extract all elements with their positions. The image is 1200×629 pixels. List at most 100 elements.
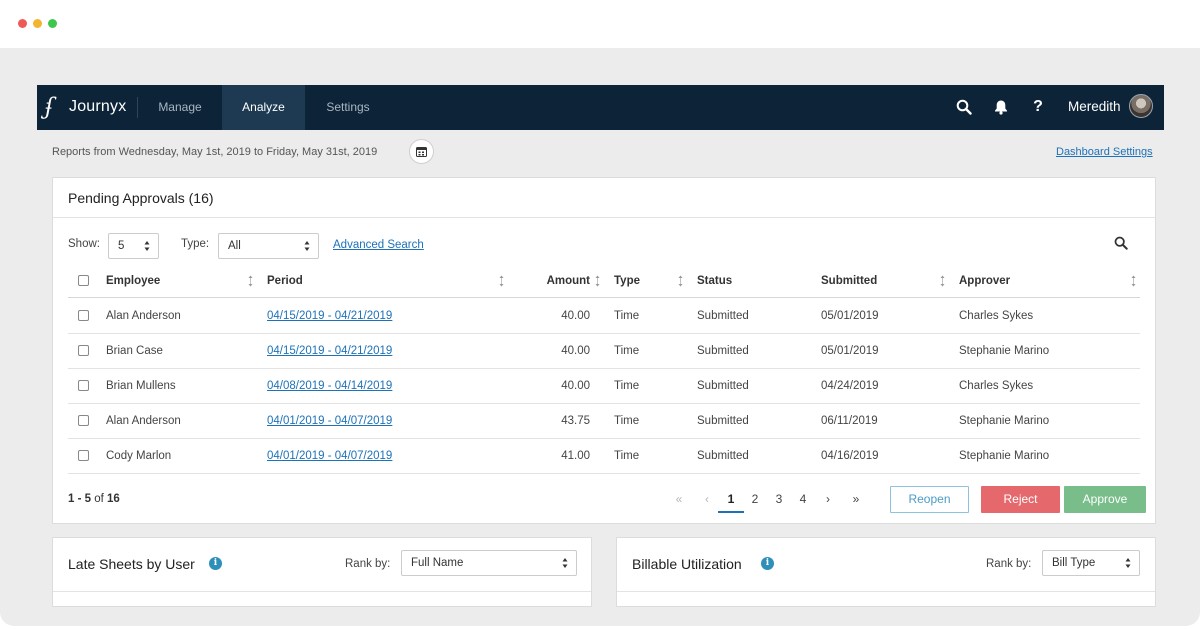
select-all-checkbox[interactable] bbox=[78, 275, 89, 286]
type-label: Type: bbox=[181, 238, 210, 250]
cell-employee: Cody Marlon bbox=[106, 450, 172, 462]
row-checkbox[interactable] bbox=[78, 450, 89, 461]
rank-by-select[interactable]: Bill Type bbox=[1042, 550, 1140, 576]
prev-page-button[interactable]: ‹ bbox=[697, 485, 717, 513]
show-count-select[interactable]: 5 bbox=[108, 233, 159, 259]
panel-title: Late Sheets by User bbox=[68, 556, 195, 572]
select-arrows-icon bbox=[562, 558, 568, 568]
cell-submitted: 04/24/2019 bbox=[821, 380, 879, 392]
table-row: Brian Case 04/15/2019 - 04/21/2019 40.00… bbox=[68, 334, 1140, 369]
first-page-button[interactable]: « bbox=[669, 485, 689, 513]
row-checkbox[interactable] bbox=[78, 345, 89, 356]
type-value: All bbox=[228, 240, 241, 252]
page-4-button[interactable]: 4 bbox=[793, 485, 813, 513]
row-checkbox[interactable] bbox=[78, 380, 89, 391]
row-checkbox[interactable] bbox=[78, 310, 89, 321]
cell-period-link[interactable]: 04/01/2019 - 04/07/2019 bbox=[267, 404, 392, 439]
tab-settings[interactable]: Settings bbox=[307, 85, 389, 130]
close-window-button[interactable] bbox=[18, 19, 27, 28]
result-range-total: 16 bbox=[107, 493, 120, 505]
cell-period-link[interactable]: 04/08/2019 - 04/14/2019 bbox=[267, 369, 392, 404]
rank-by-label: Rank by: bbox=[345, 558, 391, 570]
sort-icon[interactable] bbox=[1131, 275, 1136, 287]
column-header-period[interactable]: Period bbox=[267, 264, 303, 298]
cell-amount: 43.75 bbox=[561, 415, 590, 427]
approve-button[interactable]: Approve bbox=[1064, 486, 1146, 513]
window-titlebar bbox=[0, 0, 1200, 48]
cell-approver: Charles Sykes bbox=[959, 310, 1034, 322]
reopen-button[interactable]: Reopen bbox=[890, 486, 969, 513]
info-icon[interactable]: i bbox=[209, 557, 222, 570]
cell-period-link[interactable]: 04/15/2019 - 04/21/2019 bbox=[267, 334, 392, 369]
tab-analyze[interactable]: Analyze bbox=[222, 85, 305, 130]
page-3-button[interactable]: 3 bbox=[769, 485, 789, 513]
cell-submitted: 05/01/2019 bbox=[821, 310, 879, 322]
sort-icon[interactable] bbox=[595, 275, 600, 287]
panel-header: Billable Utilization i Rank by: Bill Typ… bbox=[617, 538, 1155, 592]
maximize-window-button[interactable] bbox=[48, 19, 57, 28]
column-header-amount[interactable]: Amount bbox=[528, 264, 590, 298]
type-select[interactable]: All bbox=[218, 233, 319, 259]
cell-period-link[interactable]: 04/01/2019 - 04/07/2019 bbox=[267, 439, 392, 474]
help-icon[interactable]: ? bbox=[1027, 96, 1049, 118]
column-header-type[interactable]: Type bbox=[614, 264, 640, 298]
last-page-button[interactable]: » bbox=[846, 485, 866, 513]
sort-icon[interactable] bbox=[499, 275, 504, 287]
cell-employee: Brian Mullens bbox=[106, 380, 176, 392]
bell-icon[interactable] bbox=[990, 96, 1012, 118]
select-arrows-icon bbox=[1125, 558, 1131, 568]
rank-by-value: Bill Type bbox=[1052, 557, 1096, 569]
cell-status: Submitted bbox=[697, 310, 749, 322]
table-header-row: Employee Period Amount Type Status Submi… bbox=[68, 264, 1140, 298]
result-range-of: of bbox=[94, 493, 104, 505]
cell-status: Submitted bbox=[697, 345, 749, 357]
page-1-button[interactable]: 1 bbox=[718, 485, 744, 513]
table-search-icon[interactable] bbox=[1114, 236, 1128, 255]
search-icon[interactable] bbox=[953, 96, 975, 118]
panel-header: Pending Approvals (16) bbox=[53, 178, 1155, 218]
column-header-employee[interactable]: Employee bbox=[106, 264, 160, 298]
sort-icon[interactable] bbox=[678, 275, 683, 287]
panel-header: Late Sheets by User i Rank by: Full Name bbox=[53, 538, 591, 592]
brand-name: Journyx bbox=[69, 98, 127, 115]
user-name[interactable]: Meredith bbox=[1068, 85, 1121, 130]
reject-button[interactable]: Reject bbox=[981, 486, 1060, 513]
cell-amount: 40.00 bbox=[561, 380, 590, 392]
table-row: Alan Anderson 04/01/2019 - 04/07/2019 43… bbox=[68, 404, 1140, 439]
journyx-logo-icon: ʄ bbox=[45, 94, 54, 120]
sort-icon[interactable] bbox=[248, 275, 253, 287]
cell-amount: 41.00 bbox=[561, 450, 590, 462]
next-page-button[interactable]: › bbox=[818, 485, 838, 513]
info-icon[interactable]: i bbox=[761, 557, 774, 570]
late-sheets-panel: Late Sheets by User i Rank by: Full Name bbox=[52, 537, 592, 607]
cell-employee: Alan Anderson bbox=[106, 415, 181, 427]
cell-period-link[interactable]: 04/15/2019 - 04/21/2019 bbox=[267, 299, 392, 334]
select-arrows-icon bbox=[144, 241, 150, 251]
column-header-status[interactable]: Status bbox=[697, 264, 732, 298]
cell-submitted: 05/01/2019 bbox=[821, 345, 879, 357]
table-row: Cody Marlon 04/01/2019 - 04/07/2019 41.0… bbox=[68, 439, 1140, 474]
page-2-button[interactable]: 2 bbox=[745, 485, 765, 513]
cell-status: Submitted bbox=[697, 380, 749, 392]
minimize-window-button[interactable] bbox=[33, 19, 42, 28]
show-label: Show: bbox=[68, 238, 100, 250]
cell-approver: Stephanie Marino bbox=[959, 450, 1050, 462]
tab-manage[interactable]: Manage bbox=[139, 85, 221, 130]
calendar-button[interactable] bbox=[409, 139, 434, 164]
dashboard-settings-link[interactable]: Dashboard Settings bbox=[1056, 146, 1153, 158]
cell-type: Time bbox=[614, 345, 640, 357]
column-header-submitted[interactable]: Submitted bbox=[821, 264, 877, 298]
table-row: Brian Mullens 04/08/2019 - 04/14/2019 40… bbox=[68, 369, 1140, 404]
row-checkbox[interactable] bbox=[78, 415, 89, 426]
brand-logo[interactable]: ʄ Journyx bbox=[45, 93, 126, 121]
column-header-approver[interactable]: Approver bbox=[959, 264, 1010, 298]
advanced-search-link[interactable]: Advanced Search bbox=[333, 239, 424, 251]
rank-by-select[interactable]: Full Name bbox=[401, 550, 577, 576]
sort-icon[interactable] bbox=[940, 275, 945, 287]
avatar[interactable] bbox=[1129, 94, 1153, 118]
result-range-start: 1 - 5 bbox=[68, 493, 92, 505]
billable-utilization-panel: Billable Utilization i Rank by: Bill Typ… bbox=[616, 537, 1156, 607]
cell-approver: Stephanie Marino bbox=[959, 345, 1050, 357]
cell-submitted: 06/11/2019 bbox=[821, 415, 878, 427]
cell-type: Time bbox=[614, 415, 640, 427]
